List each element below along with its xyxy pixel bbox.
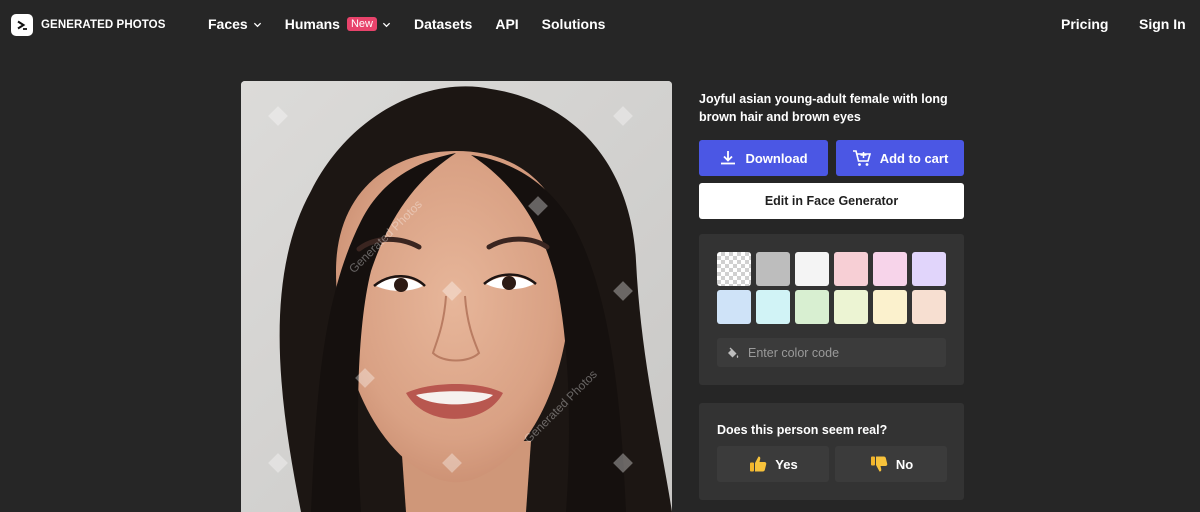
nav-item-label: Datasets (413, 16, 473, 32)
thumbs-down-icon (870, 456, 888, 472)
chevron-down-icon (382, 22, 391, 27)
yes-button[interactable]: Yes (717, 446, 829, 482)
color-swatch-light-cyan[interactable] (756, 290, 790, 324)
color-code-input[interactable] (748, 345, 938, 360)
brand-name: GENERATED PHOTOS (41, 19, 166, 31)
add-to-cart-label: Add to cart (879, 150, 949, 166)
add-to-cart-button[interactable]: Add to cart (836, 140, 964, 176)
brand-logo[interactable]: GENERATED PHOTOS (11, 14, 166, 36)
thumbs-up-icon (750, 456, 767, 472)
color-swatch-gray[interactable] (756, 252, 790, 286)
nav-item-solutions[interactable]: Solutions (542, 16, 606, 32)
color-swatch-lavender[interactable] (912, 252, 946, 286)
nav-item-faces[interactable]: Faces (208, 16, 262, 32)
realism-question: Does this person seem real? (717, 423, 888, 437)
no-button[interactable]: No (835, 446, 947, 482)
edit-in-face-generator-button[interactable]: Edit in Face Generator (699, 183, 964, 219)
top-navbar: GENERATED PHOTOS Faces Humans New Datase… (0, 0, 1200, 50)
color-swatch-light-lime[interactable] (834, 290, 868, 324)
nav-item-label: API (495, 16, 519, 32)
color-swatch-light-green[interactable] (795, 290, 829, 324)
nav-item-humans[interactable]: Humans New (285, 16, 391, 32)
color-swatch-pink[interactable] (834, 252, 868, 286)
nav-item-api[interactable]: API (495, 16, 518, 32)
nav-item-label: Humans (284, 16, 340, 32)
color-swatch-transparent[interactable] (717, 252, 751, 286)
pricing-link[interactable]: Pricing (1061, 16, 1108, 32)
background-color-panel (699, 234, 964, 385)
color-swatch-light-pink[interactable] (873, 252, 907, 286)
face-photo: Generated Photos Generated Photos (241, 81, 672, 512)
realism-feedback-panel: Does this person seem real? Yes No (699, 403, 964, 500)
nav-item-label: Solutions (541, 16, 606, 32)
color-swatch-light-yellow[interactable] (873, 290, 907, 324)
chevron-right-logo-icon (11, 14, 33, 36)
chevron-down-icon (253, 22, 261, 27)
download-icon (721, 151, 736, 165)
color-swatch-peach[interactable] (912, 290, 946, 324)
new-badge: New (346, 17, 377, 31)
no-label: No (895, 456, 914, 472)
main-nav: Faces Humans New Datasets API Solutions (208, 16, 628, 32)
color-code-field[interactable] (717, 338, 946, 367)
color-swatch-white[interactable] (795, 252, 829, 286)
yes-label: Yes (775, 456, 798, 472)
cart-add-icon (852, 150, 871, 166)
nav-item-datasets[interactable]: Datasets (414, 16, 472, 32)
download-label: Download (745, 150, 808, 166)
nav-item-label: Faces (208, 16, 248, 32)
sign-in-link[interactable]: Sign In (1139, 16, 1186, 32)
download-button[interactable]: Download (699, 140, 828, 176)
color-swatch-light-blue[interactable] (717, 290, 751, 324)
paint-bucket-icon (728, 347, 739, 358)
face-description: Joyful asian young-adult female with lon… (699, 92, 948, 124)
